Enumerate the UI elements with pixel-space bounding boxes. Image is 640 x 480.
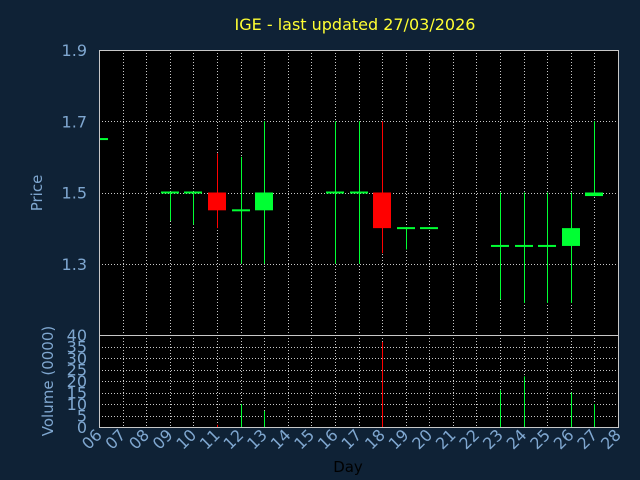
candle-body	[326, 191, 344, 194]
day-axis: 0607080910111213141516171819202122232425…	[78, 425, 625, 453]
price-tick-label: 1.3	[62, 255, 87, 274]
candle-body	[255, 192, 273, 211]
candle-body	[350, 191, 368, 194]
candle-body	[397, 227, 415, 230]
day-tick-label: 28	[597, 425, 625, 453]
price-axis: 1.9 1.7 1.5 1.3	[62, 41, 87, 274]
candle-body	[208, 192, 226, 211]
chart-title: IGE - last updated 27/03/2026	[235, 15, 476, 34]
candle	[420, 227, 438, 230]
candlestick-chart: IGE - last updated 27/03/2026 1.91.71.51…	[28, 15, 625, 476]
candle-body	[562, 228, 580, 246]
price-tick-label: 1.9	[62, 41, 87, 60]
day-axis-label: Day	[333, 458, 363, 476]
candle-body	[184, 191, 202, 194]
candle-body	[373, 192, 391, 229]
volume-axis-label: Volume (0000)	[39, 326, 57, 436]
candle	[100, 138, 108, 141]
candle-body	[161, 191, 179, 194]
candle-body	[515, 244, 533, 247]
candle-body	[420, 227, 438, 230]
price-axis-label: Price	[28, 175, 46, 212]
candle-body	[232, 209, 250, 212]
candle-body	[585, 192, 603, 197]
candle-body	[538, 244, 556, 247]
price-tick-label: 1.7	[62, 112, 87, 131]
candle-body	[100, 138, 108, 141]
price-tick-label: 1.5	[62, 184, 87, 203]
volume-axis: 4035302520151050	[67, 326, 87, 437]
candle-body	[491, 244, 509, 247]
